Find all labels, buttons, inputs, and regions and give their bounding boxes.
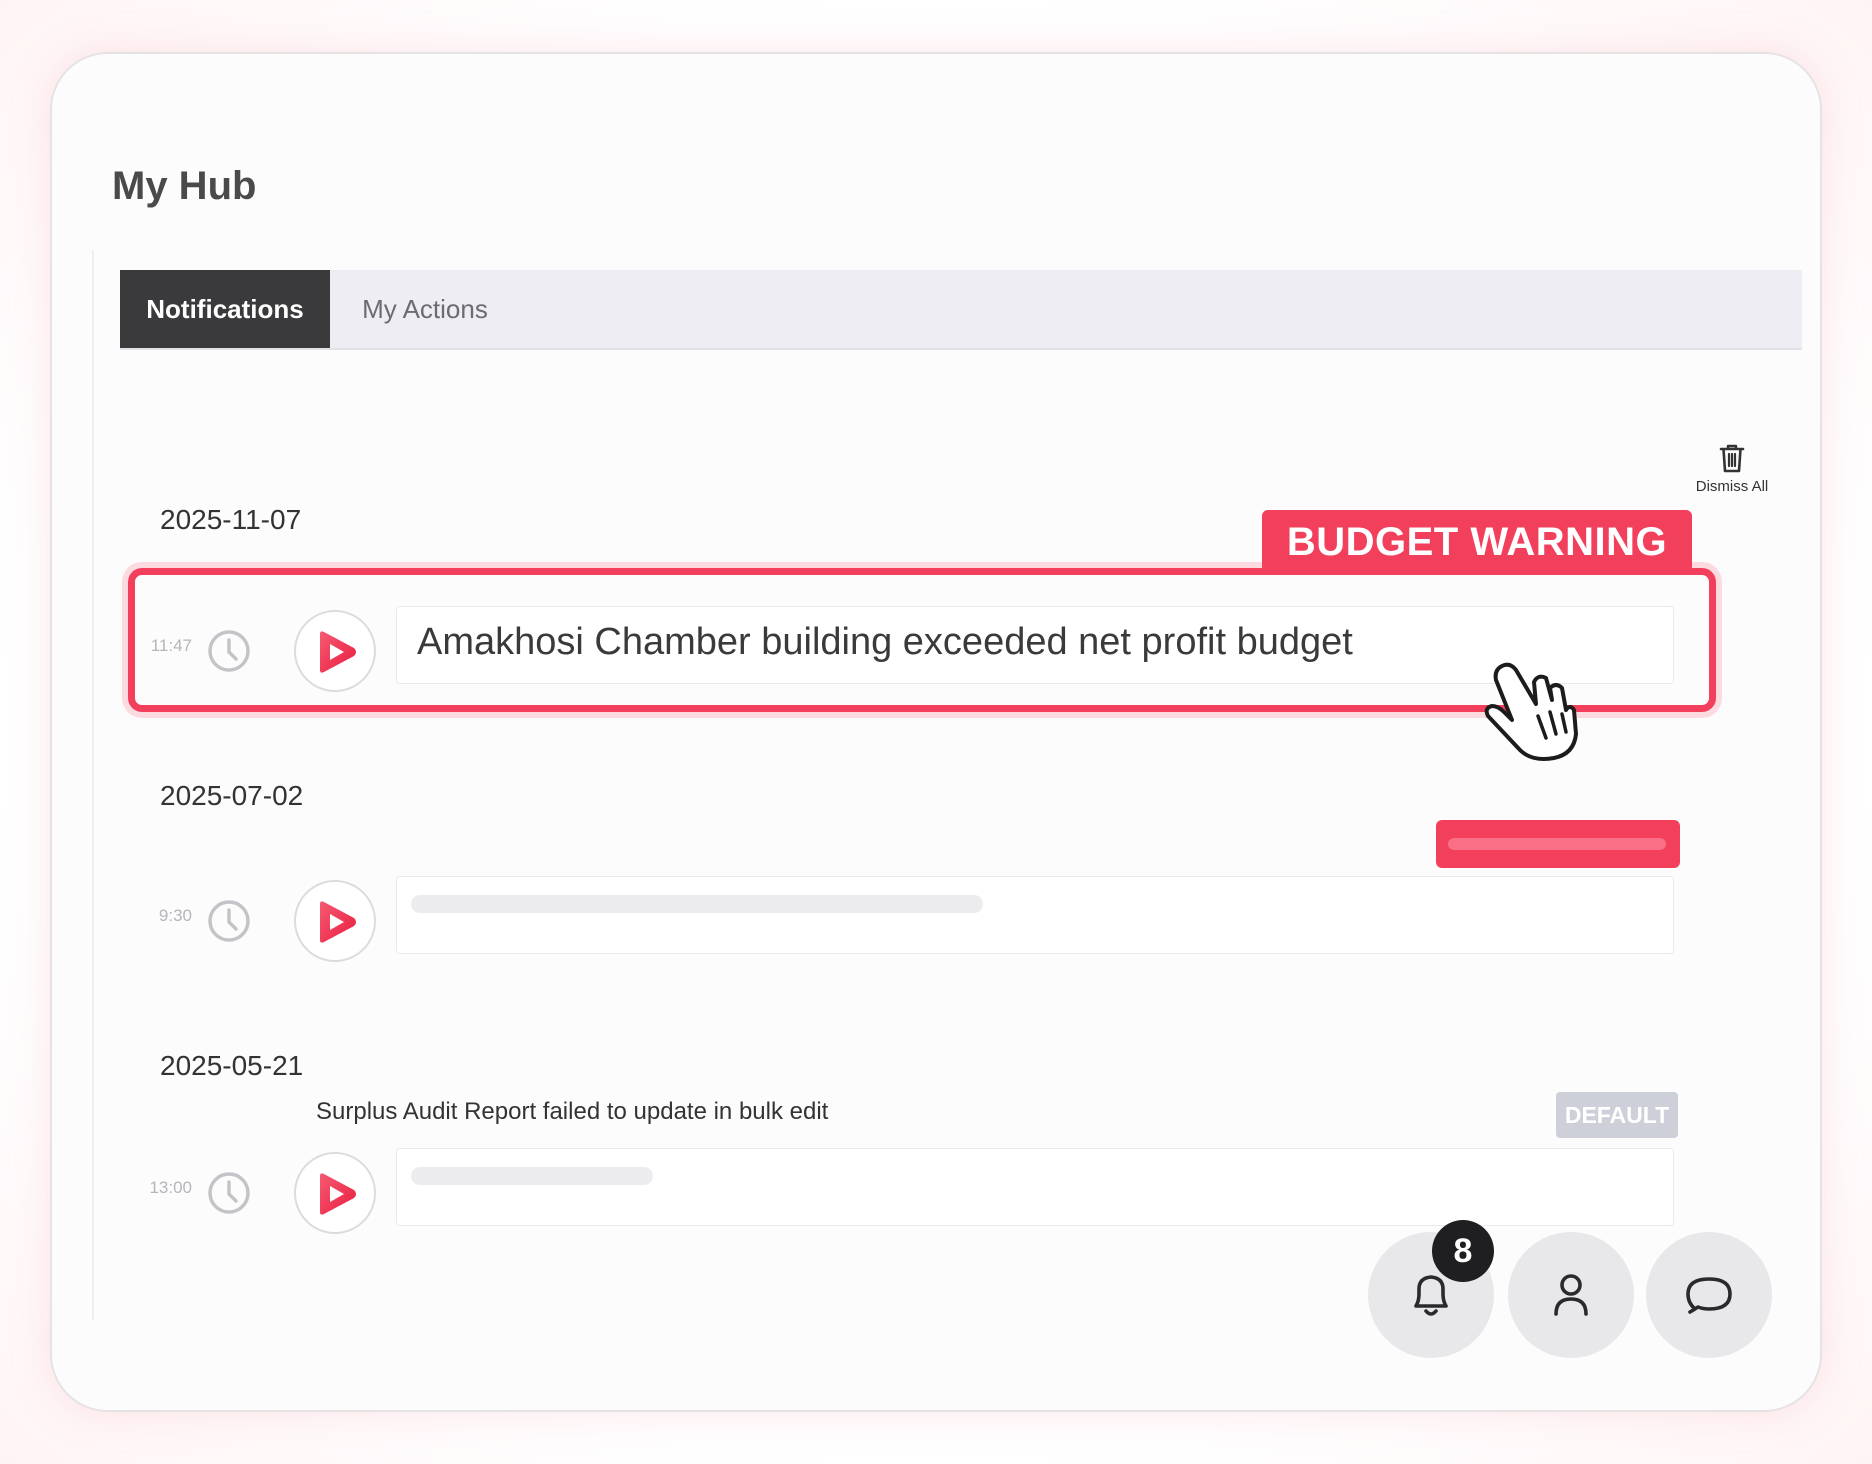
pointer-cursor-icon (1484, 662, 1578, 761)
highlight-frame (128, 568, 1716, 712)
play-button[interactable] (294, 880, 376, 962)
date-heading: 2025-05-21 (160, 1050, 304, 1081)
trash-icon (1719, 444, 1745, 473)
chat-fab-button[interactable] (1646, 1232, 1772, 1358)
notification-caption: Surplus Audit Report failed to update in… (316, 1098, 829, 1125)
loading-placeholder (411, 1167, 653, 1185)
play-icon (320, 901, 356, 943)
notification-count-badge: 8 (1432, 1220, 1494, 1282)
play-icon (320, 1173, 356, 1215)
notification-time: 9:30 (158, 906, 192, 925)
tab-bar: Notifications My Actions (120, 270, 1802, 350)
profile-fab-button[interactable] (1508, 1232, 1634, 1358)
notification-message-box[interactable] (396, 1148, 1674, 1226)
loading-placeholder (411, 895, 983, 913)
user-icon (1554, 1274, 1588, 1316)
play-button[interactable] (294, 1152, 376, 1234)
clock-icon (208, 900, 250, 942)
content-divider (92, 250, 94, 1320)
notification-row[interactable]: 13:00 (132, 1148, 1732, 1238)
stage: My Hub Notifications My Actions Dismiss … (0, 0, 1872, 1464)
page-title: My Hub (112, 164, 257, 208)
dismiss-all-label: Dismiss All (1695, 478, 1769, 495)
notification-row[interactable]: 9:30 (132, 876, 1732, 966)
tab-my-actions[interactable]: My Actions (330, 270, 520, 348)
notification-time: 13:00 (149, 1178, 192, 1197)
notification-message-box[interactable] (396, 876, 1674, 954)
tab-notifications[interactable]: Notifications (120, 270, 330, 348)
chat-icon (1686, 1277, 1732, 1314)
default-badge: DEFAULT (1556, 1092, 1678, 1138)
date-heading: 2025-11-07 (160, 504, 302, 535)
budget-warning-tag: BUDGET WARNING (1262, 510, 1692, 574)
status-tag (1436, 820, 1680, 868)
dismiss-all-button[interactable]: Dismiss All (1682, 442, 1782, 495)
date-heading: 2025-07-02 (160, 780, 304, 811)
clock-icon (208, 1172, 250, 1214)
